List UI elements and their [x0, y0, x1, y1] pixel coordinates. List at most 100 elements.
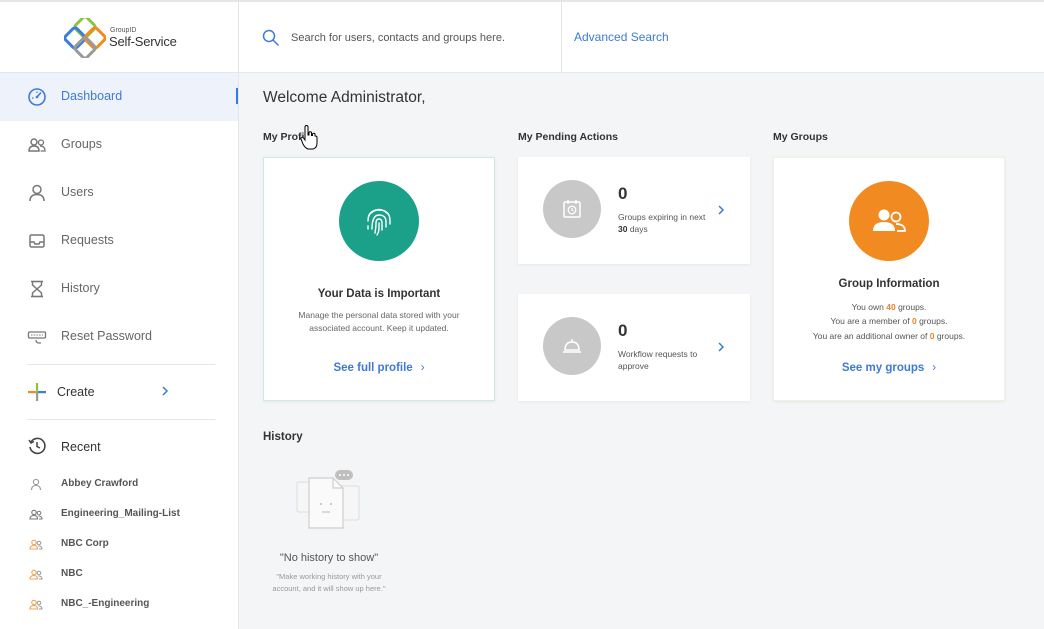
see-full-profile-label: See full profile: [333, 362, 413, 374]
sidebar: Dashboard Groups Users Requests History: [0, 73, 239, 629]
sidebar-item-label: Users: [61, 185, 94, 199]
chevron-right-icon: [162, 386, 169, 396]
groups-additional-text: You are an additional owner of: [812, 331, 930, 341]
chevron-right-icon[interactable]: [716, 203, 726, 217]
recent-item-label: Abbey Crawford: [61, 478, 139, 489]
keyboard-icon: [27, 331, 47, 344]
chevron-right-icon[interactable]: [716, 340, 726, 354]
logo[interactable]: GroupID Self-Service: [0, 2, 239, 73]
advanced-search-link[interactable]: Advanced Search: [574, 30, 669, 44]
see-my-groups-link[interactable]: See my groups ›: [774, 362, 1004, 374]
groups-member-line: You are a member of 0 groups.: [774, 316, 1004, 326]
pending-circle: [543, 317, 601, 375]
hourglass-icon: [31, 280, 43, 298]
hand-cursor-icon: [300, 125, 318, 150]
groups-icon: [28, 138, 46, 152]
sidebar-item-requests[interactable]: Requests: [0, 217, 238, 265]
groups-member-text: You are a member of: [830, 316, 912, 326]
sidebar-item-label: History: [61, 281, 100, 295]
group-icon: [29, 509, 43, 520]
group-icon: [29, 539, 43, 550]
section-label-pending-actions: My Pending Actions: [518, 131, 618, 143]
see-full-profile-link[interactable]: See full profile ›: [264, 362, 494, 374]
recent-item-label: NBC_-Engineering: [61, 598, 150, 609]
group-icon: [29, 569, 43, 580]
recent-header: Recent: [0, 428, 238, 464]
groups-owned-suffix: groups.: [895, 302, 927, 312]
inbox-icon: [29, 234, 45, 248]
groups-owned-count: 40: [886, 302, 896, 312]
sidebar-item-label: Reset Password: [61, 329, 153, 343]
history-clock-icon: [28, 437, 46, 455]
profile-card: Your Data is Important Manage the person…: [263, 157, 495, 401]
pending-desc-suffix: days: [627, 224, 648, 234]
group-information-card: Group Information You own 40 groups. You…: [773, 157, 1005, 401]
recent-item[interactable]: NBC: [0, 563, 238, 587]
section-label-my-groups: My Groups: [773, 131, 828, 143]
groups-member-suffix: groups.: [916, 316, 948, 326]
profile-card-title: Your Data is Important: [317, 288, 441, 300]
recent-item[interactable]: NBC Corp: [0, 533, 238, 557]
search-bar: [239, 2, 562, 73]
pending-description: Groups expiring in next 30 days: [618, 211, 708, 235]
pending-workflow-requests-card[interactable]: 0 Workflow requests to approve: [518, 294, 750, 401]
plus-icon: [28, 383, 46, 401]
user-icon: [30, 478, 42, 491]
recent-item[interactable]: Abbey Crawford: [0, 473, 238, 497]
group-card-title: Group Information: [838, 278, 940, 290]
sidebar-item-label: Groups: [61, 137, 102, 151]
pending-desc-text: Groups expiring in next: [618, 212, 706, 222]
recent-item-label: NBC: [61, 568, 83, 579]
logo-title: Self-Service: [109, 34, 177, 49]
pending-circle: [543, 180, 601, 238]
no-history-text: "No history to show": [279, 552, 379, 564]
groupid-logo-icon: [64, 18, 106, 58]
group-icon: [29, 599, 43, 610]
no-history-sub-highlight: history: [327, 572, 350, 581]
recent-item-label: NBC Corp: [61, 538, 109, 549]
fingerprint-icon: [367, 208, 391, 236]
create-menu[interactable]: Create: [0, 370, 238, 414]
no-history-subtext: "Make working history with your account,…: [263, 571, 395, 595]
user-icon: [29, 184, 45, 202]
sidebar-item-label: Dashboard: [61, 89, 123, 103]
groups-additional-suffix: groups.: [934, 331, 966, 341]
logo-small-text: GroupID: [110, 27, 137, 34]
sidebar-divider: [27, 364, 215, 365]
groups-additional-owner-line: You are an additional owner of 0 groups.: [774, 331, 1004, 341]
sidebar-item-history[interactable]: History: [0, 265, 238, 313]
service-bell-icon: [563, 339, 581, 353]
pending-description: Workflow requests to approve: [618, 348, 708, 372]
recent-item-label: Engineering_Mailing-List: [61, 508, 180, 519]
profile-card-description: Manage the personal data stored with you…: [298, 310, 460, 333]
recent-item[interactable]: NBC_-Engineering: [0, 593, 238, 617]
sidebar-item-groups[interactable]: Groups: [0, 121, 238, 169]
pending-desc-text: Workflow requests to approve: [618, 349, 698, 371]
dashboard-icon: [28, 88, 46, 106]
page-title: Welcome Administrator,: [263, 89, 426, 106]
calendar-clock-icon: [563, 200, 581, 218]
pending-count: 0: [618, 184, 628, 203]
see-my-groups-label: See my groups: [841, 362, 925, 374]
profile-circle: [339, 181, 419, 261]
groups-owned-text: You own: [851, 302, 887, 312]
sidebar-item-label: Requests: [61, 233, 114, 247]
groups-circle: [849, 181, 929, 261]
chevron-right-icon: ›: [420, 362, 425, 374]
search-input[interactable]: [291, 28, 541, 48]
sidebar-item-users[interactable]: Users: [0, 169, 238, 217]
pending-groups-expiring-card[interactable]: 0 Groups expiring in next 30 days: [518, 157, 750, 264]
sidebar-item-reset-password[interactable]: Reset Password: [0, 313, 238, 361]
groups-owned-line: You own 40 groups.: [774, 302, 1004, 312]
chevron-right-icon: ›: [932, 362, 937, 374]
sidebar-item-dashboard[interactable]: Dashboard: [0, 73, 238, 121]
section-label-history: History: [263, 431, 303, 443]
sidebar-divider: [27, 419, 215, 420]
groups-icon: [873, 209, 906, 232]
recent-item[interactable]: Engineering_Mailing-List: [0, 503, 238, 527]
advanced-search-area: Advanced Search: [562, 2, 1044, 73]
pending-count: 0: [618, 321, 628, 340]
recent-label: Recent: [61, 440, 101, 454]
search-icon[interactable]: [261, 28, 281, 48]
empty-history-illustration: [296, 470, 360, 529]
